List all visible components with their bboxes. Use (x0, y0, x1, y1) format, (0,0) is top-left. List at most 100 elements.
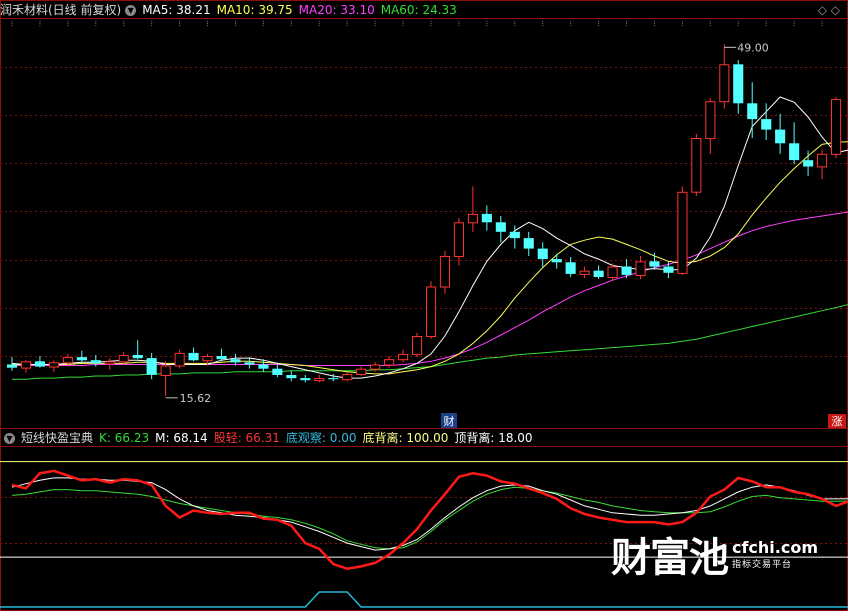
indicator-legend-item-label: M: (155, 431, 174, 445)
candle-body (314, 378, 325, 382)
indicator-legend-item-value: 0.00 (329, 431, 357, 445)
candle-body (370, 364, 381, 370)
candle-body (104, 361, 115, 365)
candle-body (286, 375, 297, 379)
candle-body (426, 286, 437, 337)
candle-body (356, 368, 367, 376)
ma-legend-item-label: MA5: (142, 3, 177, 17)
indicator-legend: K: 66.23 M: 68.14 股轻: 66.31 底观察: 0.00 底背离: 1… (99, 431, 539, 445)
ma-legend-item-3: MA60: 24.33 (381, 3, 457, 17)
watermark-site: cfchi.com (731, 538, 818, 557)
candle-body (202, 356, 213, 362)
candle-body (789, 143, 800, 161)
candle-body (593, 270, 604, 277)
candle-body (412, 336, 423, 355)
candle-body (48, 362, 60, 368)
candle-body (7, 364, 18, 368)
candle-body (733, 64, 744, 104)
ma-legend-item-label: MA60: (380, 3, 423, 17)
ma-legend-item-value: 33.10 (340, 3, 375, 17)
candle-body (747, 103, 758, 120)
candle-body (649, 261, 660, 267)
candle-body (439, 256, 450, 288)
rise-mark: 涨 (832, 415, 843, 428)
indicator-legend-item-0: K: 66.23 (99, 431, 149, 445)
candle-body (579, 270, 590, 275)
candle-body (831, 99, 842, 155)
candle-body (146, 358, 157, 375)
candle-body (160, 365, 171, 376)
indicator-legend-item-value: 66.31 (245, 431, 280, 445)
ma-legend-item-value: 24.33 (422, 3, 457, 17)
candle-body (34, 361, 45, 367)
chart-canvas[interactable]: 49.00 15.62 财 涨 (0, 0, 848, 611)
candle-body (551, 259, 562, 263)
candle-body (453, 222, 464, 258)
indicator-legend-item-2: 股轻: 66.31 (214, 431, 280, 445)
candle-body (272, 368, 283, 375)
candle-body (495, 222, 506, 232)
candle-body (481, 213, 492, 223)
candle-body (705, 101, 716, 140)
candle-body (663, 266, 674, 273)
candle-body (537, 248, 548, 260)
high-label: 49.00 (737, 41, 769, 54)
indicator-legend-item-label: 底观察: (285, 431, 330, 445)
diamond-icon[interactable]: ◇ ◇ (818, 3, 840, 17)
candle-body (174, 352, 185, 367)
dropdown-icon[interactable]: ▼ (4, 433, 15, 444)
watermark-tagline: 指标交易平台 (731, 560, 792, 570)
candle-body (635, 261, 646, 276)
candle-body (384, 359, 395, 366)
candle-body (244, 362, 255, 365)
indicator-legend-item-value: 100.00 (406, 431, 449, 445)
ma-legend-item-0: MA5: 38.21 (142, 3, 210, 17)
ma-legend-item-label: MA10: (216, 3, 259, 17)
cyan-pulse-line (0, 591, 848, 608)
candle-body (258, 364, 269, 369)
candle-body (230, 359, 241, 363)
candle-body (300, 378, 311, 381)
ma10-line (12, 141, 848, 375)
candle-body (342, 373, 353, 381)
candle-body (188, 352, 199, 361)
indicator-legend-item-label: 顶背离: (454, 431, 499, 445)
indicator-name[interactable]: 短线快盈宝典 (21, 431, 93, 445)
ma-legend-item-label: MA20: (298, 3, 341, 17)
indicator-legend-item-label: 股轻: (213, 431, 246, 445)
ma-legend-item-value: 39.75 (258, 3, 293, 17)
candle-body (565, 262, 576, 274)
candle-body (90, 360, 101, 364)
low-label: 15.62 (180, 392, 212, 405)
watermark-logo: 财富池 (610, 535, 729, 581)
fin-mark: 财 (444, 414, 455, 428)
candle-body (467, 213, 478, 224)
dropdown-icon[interactable]: ▼ (125, 5, 137, 16)
candle-body (523, 238, 534, 249)
candle-body (719, 64, 730, 103)
candle-body (62, 357, 73, 364)
indicator-legend-item-label: 底背离: (362, 431, 407, 445)
stock-title[interactable]: 润禾材料(日线 前复权) (0, 3, 121, 17)
candle-body (132, 355, 143, 359)
watermark: 财富池 cfchi.com 指标交易平台 (611, 525, 818, 583)
candle-body (621, 266, 632, 275)
indicator-legend-item-1: M: 68.14 (155, 431, 208, 445)
candle-body (509, 231, 520, 239)
ma-legend: MA5: 38.21 MA10: 39.75 MA20: 33.10 MA60: 24… (142, 3, 463, 17)
candle-body (691, 138, 702, 193)
candle-body (677, 191, 688, 274)
candle-body (20, 361, 31, 369)
indicator-legend-item-5: 顶背离: 18.00 (454, 431, 532, 445)
candle-body (817, 153, 828, 168)
candle-body (216, 356, 227, 360)
candle-body (775, 129, 786, 144)
indicator-legend-item-label: K: (99, 431, 115, 445)
indicator-legend-item-value: 68.14 (173, 431, 208, 445)
candle-body (76, 357, 87, 361)
ma-legend-item-value: 38.21 (176, 3, 211, 17)
candle-body (803, 160, 814, 167)
indicator-legend-item-3: 底观察: 0.00 (286, 431, 357, 445)
indicator-legend-item-value: 66.23 (114, 431, 150, 445)
candle-body (398, 353, 409, 361)
